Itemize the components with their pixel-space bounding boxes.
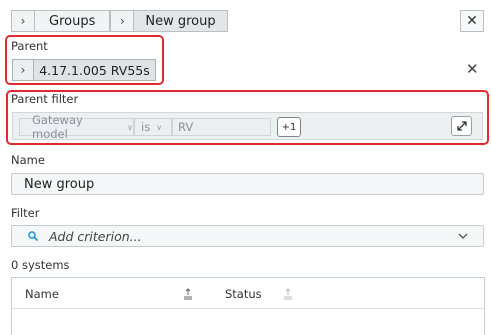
parent-expand-button[interactable]: › [12, 59, 34, 81]
name-label: Name [11, 153, 45, 167]
filter-field-select[interactable]: Gateway model ∨ [19, 113, 134, 141]
close-button[interactable]: ✕ [460, 10, 484, 32]
close-icon: ✕ [466, 13, 478, 29]
filter-placeholder: Add criterion... [49, 228, 142, 244]
name-input[interactable]: New group [11, 173, 484, 195]
clear-icon: ✕ [466, 60, 479, 78]
expand-icon [456, 121, 467, 131]
chevron-down-icon[interactable] [457, 230, 469, 245]
filter-value-text: RV [178, 120, 194, 134]
filter-criterion-input[interactable]: Add criterion... [11, 225, 484, 247]
parent-filter-label: Parent filter [11, 92, 79, 106]
chevron-down-icon: ∨ [156, 122, 163, 132]
chevron-right-icon: › [20, 63, 26, 77]
filter-field-value: Gateway model [32, 113, 83, 141]
systems-count: 0 systems [11, 258, 70, 272]
column-header-name[interactable]: Name [25, 287, 59, 301]
parent-value[interactable]: 4.17.1.005 RV55s [34, 59, 156, 81]
column-header-status[interactable]: Status [225, 287, 262, 301]
expand-filter-button[interactable] [451, 116, 472, 136]
chevron-down-icon: ∨ [127, 122, 133, 132]
systems-table: Name Status [11, 277, 485, 335]
breadcrumb-item-groups[interactable]: Groups [35, 10, 111, 32]
filter-label: Filter [11, 206, 40, 220]
parent-label: Parent [11, 39, 48, 53]
filter-operator-select[interactable]: is ∨ [134, 118, 172, 136]
filter-operator-value: is [141, 120, 151, 134]
chevron-right-icon: › [119, 14, 125, 28]
search-icon [26, 229, 40, 243]
parent-selector[interactable]: › 4.17.1.005 RV55s [12, 59, 156, 81]
breadcrumb-expand-button[interactable]: › [11, 10, 35, 32]
more-criteria-badge[interactable]: +1 [277, 117, 301, 137]
sort-icon[interactable] [183, 288, 193, 303]
sort-icon[interactable] [283, 288, 293, 303]
breadcrumb-item-current: New group [134, 10, 228, 32]
clear-parent-button[interactable]: ✕ [466, 60, 479, 78]
breadcrumb: › Groups › New group [11, 10, 228, 32]
table-header: Name Status [12, 278, 484, 309]
filter-value-input[interactable]: RV [172, 118, 271, 136]
chevron-right-icon: › [20, 14, 26, 28]
breadcrumb-separator-button[interactable]: › [110, 10, 135, 32]
parent-filter-panel: Gateway model ∨ is ∨ RV +1 [12, 112, 483, 141]
